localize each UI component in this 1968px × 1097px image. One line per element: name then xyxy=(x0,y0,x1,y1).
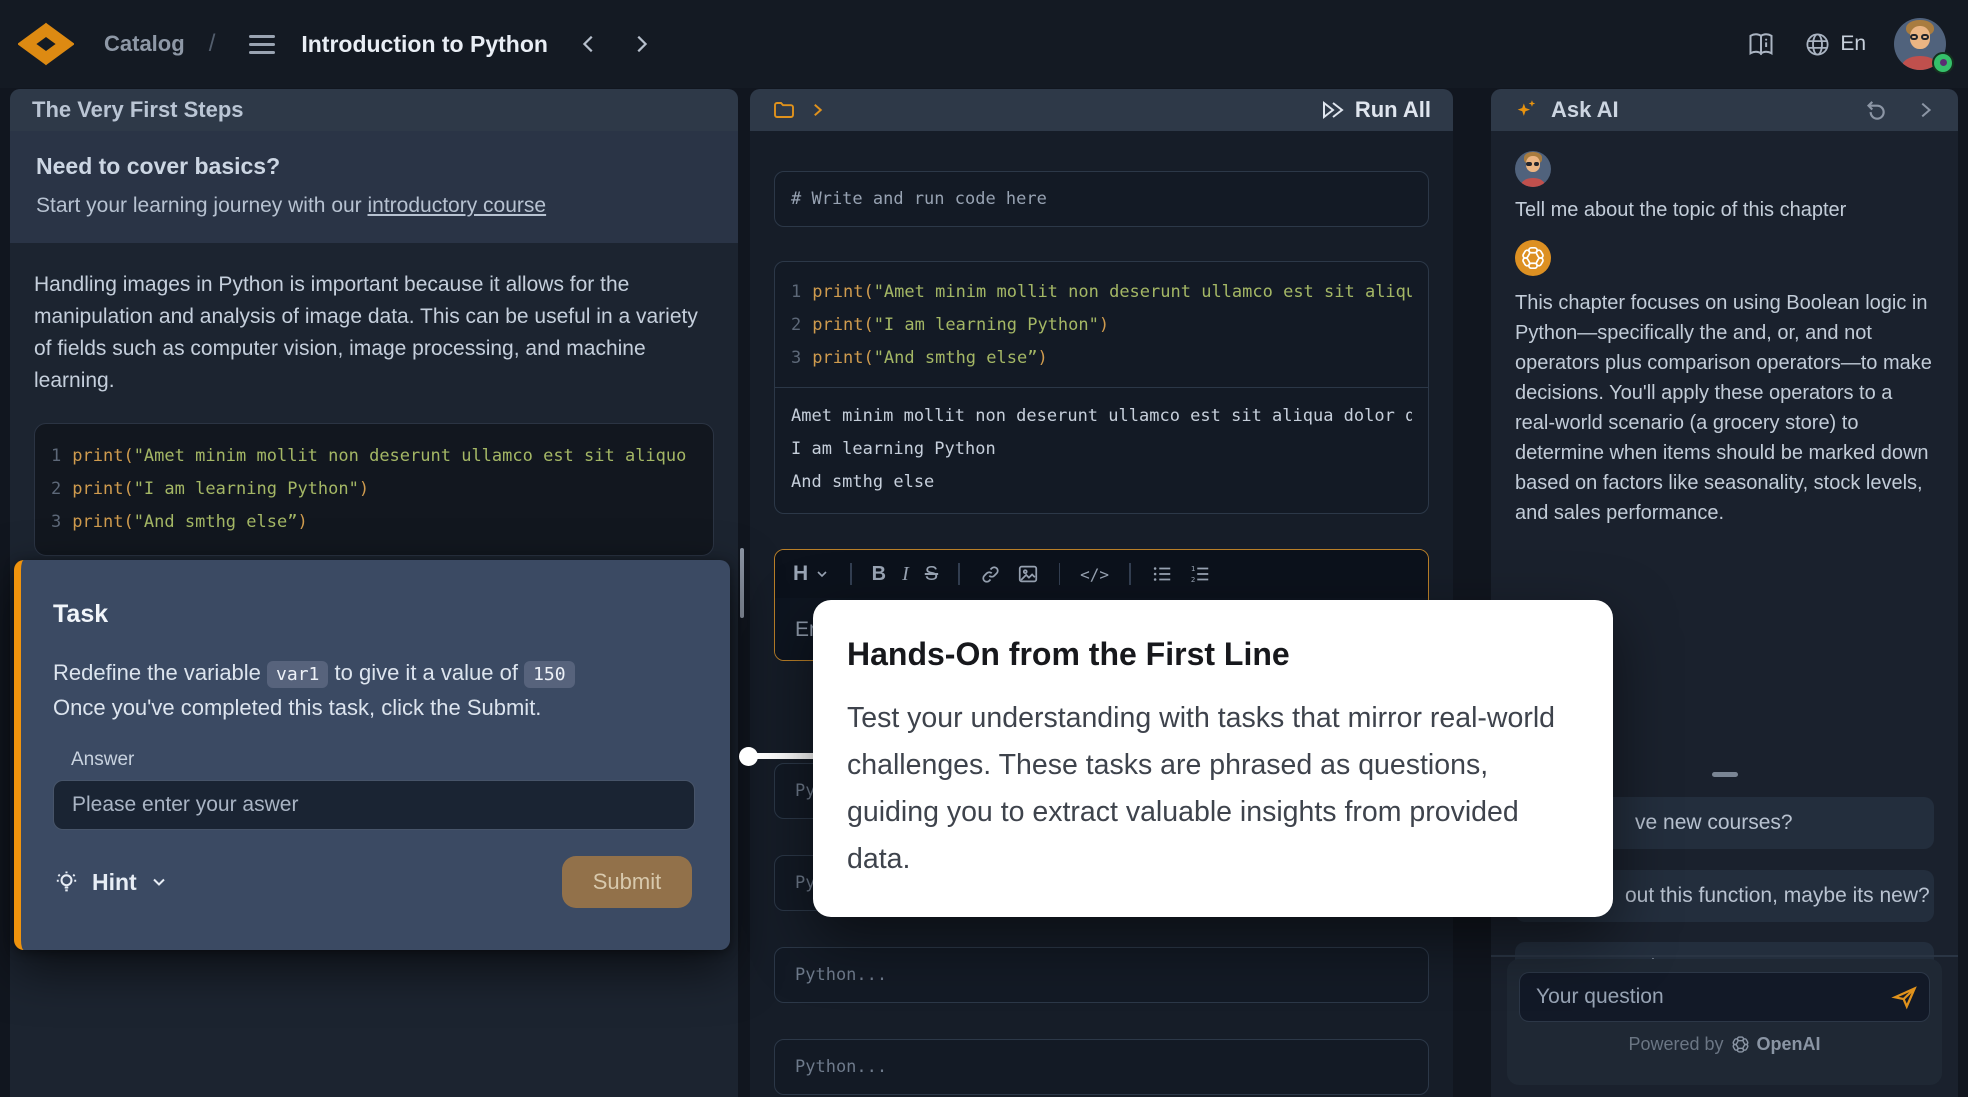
chevron-down-icon xyxy=(814,566,830,582)
hint-label: Hint xyxy=(92,869,137,896)
answer-label: Answer xyxy=(71,749,692,771)
sparkles-icon xyxy=(1513,97,1539,123)
tooltip-connector-line xyxy=(750,753,814,759)
output-line: And smthg else xyxy=(791,466,1412,499)
openai-logo-icon xyxy=(1731,1035,1750,1054)
ask-input-card: Powered by OpenAI xyxy=(1507,959,1942,1085)
empty-python-cell[interactable]: Python... xyxy=(774,1039,1429,1095)
bold-button[interactable]: B xyxy=(872,563,886,586)
reset-chat-icon[interactable] xyxy=(1862,97,1888,123)
empty-python-cell[interactable]: Python... xyxy=(774,947,1429,1003)
avatar-status-badge xyxy=(1932,52,1954,74)
chapter-menu-icon[interactable] xyxy=(249,35,275,54)
insert-image-button[interactable] xyxy=(1017,563,1039,585)
chapter-section-title: The Very First Steps xyxy=(32,97,244,123)
ask-ai-title: Ask AI xyxy=(1551,97,1619,123)
toolbar-separator xyxy=(1129,563,1131,585)
powered-by-label: Powered by xyxy=(1628,1034,1723,1055)
basics-callout-card: Need to cover basics? Start your learnin… xyxy=(10,131,738,243)
task-instruction-line2: Once you've completed this task, click t… xyxy=(53,695,692,721)
link-button[interactable] xyxy=(980,564,1001,585)
code-line: 1print("Amet minim mollit non deserunt u… xyxy=(791,276,1412,309)
topbar-actions: En xyxy=(1746,18,1968,70)
language-label: En xyxy=(1840,32,1866,56)
ai-chat-message: This chapter focuses on using Boolean lo… xyxy=(1515,288,1937,528)
expand-chevron-icon[interactable] xyxy=(808,101,826,119)
next-chapter-button[interactable] xyxy=(630,33,652,55)
toolbar-separator xyxy=(850,563,852,585)
task-card: Task Redefine the variable var1 to give … xyxy=(14,560,730,950)
editor-toolbar: H B I S xyxy=(775,550,1428,598)
app-window: Catalog / Introduction to Python xyxy=(0,0,1968,1097)
output-line: Amet minim mollit non deserunt ullamco e… xyxy=(791,400,1412,433)
language-switcher[interactable]: En xyxy=(1804,31,1866,58)
svg-text:1: 1 xyxy=(1190,564,1194,573)
brand-logo-icon[interactable] xyxy=(18,20,74,68)
openai-label: OpenAI xyxy=(1757,1034,1821,1055)
bullet-list-button[interactable] xyxy=(1151,563,1173,585)
tooltip-title: Hands-On from the First Line xyxy=(847,636,1573,673)
code-playground-panel: Run All # Write and run code here 1print… xyxy=(750,89,1453,1097)
code-line: 2print("I am learning Python") xyxy=(791,309,1412,342)
code-line: 2print("I am learning Python") xyxy=(51,473,697,506)
code-format-button[interactable]: </> xyxy=(1080,565,1109,584)
ask-input-divider xyxy=(1491,955,1958,957)
code-line: 1print("Amet minim mollit non deserunt u… xyxy=(51,440,697,473)
hint-toggle[interactable]: Hint xyxy=(53,869,169,896)
folder-icon[interactable] xyxy=(772,98,796,122)
code-placeholder-comment: # Write and run code here xyxy=(791,189,1047,209)
send-question-icon[interactable] xyxy=(1891,984,1918,1011)
basics-heading: Need to cover basics? xyxy=(36,153,712,180)
ask-ai-panel: Ask AI Tell me about the topic of this c… xyxy=(1491,89,1958,1097)
page-title: Introduction to Python xyxy=(301,31,548,58)
openai-avatar xyxy=(1515,240,1551,276)
basics-text: Start your learning journey with our xyxy=(36,194,368,217)
collapse-panel-icon[interactable] xyxy=(1914,99,1936,121)
prev-chapter-button[interactable] xyxy=(578,33,600,55)
toolbar-separator xyxy=(1059,563,1061,585)
toolbar-separator xyxy=(958,563,960,585)
introductory-course-link[interactable]: introductory course xyxy=(368,194,547,217)
ask-ai-question-input[interactable] xyxy=(1519,972,1930,1022)
output-line: I am learning Python xyxy=(791,433,1412,466)
submit-button[interactable]: Submit xyxy=(562,856,692,908)
glossary-book-icon[interactable] xyxy=(1746,30,1776,58)
suggestions-drag-handle[interactable] xyxy=(1712,772,1738,777)
executed-code-cell[interactable]: 1print("Amet minim mollit non deserunt u… xyxy=(774,261,1429,514)
strikethrough-button[interactable]: S xyxy=(925,563,938,586)
code-line: 3print("And smthg else”) xyxy=(791,342,1412,375)
breadcrumb-catalog[interactable]: Catalog xyxy=(104,31,185,57)
inline-code-150: 150 xyxy=(524,661,575,688)
task-heading: Task xyxy=(53,600,692,629)
chevron-down-icon xyxy=(149,872,169,892)
tooltip-body: Test your understanding with tasks that … xyxy=(847,695,1577,883)
numbered-list-button[interactable]: 1 2 xyxy=(1189,563,1211,585)
theory-paragraph: Handling images in Python is important b… xyxy=(34,269,714,397)
empty-code-cell[interactable]: # Write and run code here xyxy=(774,171,1429,227)
cell-output-divider xyxy=(775,387,1428,388)
breadcrumb-separator: / xyxy=(209,30,216,58)
run-all-button[interactable]: Run All xyxy=(1319,97,1431,123)
answer-input[interactable] xyxy=(53,780,695,830)
code-line: 3print("And smthg else”) xyxy=(51,506,697,539)
inline-code-var1: var1 xyxy=(267,661,328,688)
chat-user-avatar xyxy=(1515,151,1551,187)
theory-code-block: 1print("Amet minim mollit non deserunt u… xyxy=(34,423,714,556)
heading-menu-button[interactable]: H xyxy=(793,562,830,586)
theory-panel-header[interactable]: The Very First Steps xyxy=(10,89,738,131)
onboarding-tooltip: Hands-On from the First Line Test your u… xyxy=(813,600,1613,917)
top-navigation-bar: Catalog / Introduction to Python xyxy=(0,0,1968,88)
tooltip-connector-dot xyxy=(739,747,758,766)
italic-button[interactable]: I xyxy=(902,563,909,586)
ask-ai-header: Ask AI xyxy=(1491,89,1958,131)
panel-scrollbar-thumb[interactable] xyxy=(740,548,744,618)
svg-text:2: 2 xyxy=(1190,575,1194,584)
playground-header: Run All xyxy=(750,89,1453,131)
run-all-icon xyxy=(1319,98,1345,122)
lightbulb-icon xyxy=(53,869,80,896)
globe-icon xyxy=(1804,31,1831,58)
user-chat-message: Tell me about the topic of this chapter xyxy=(1515,199,1934,222)
task-instruction-line1: Redefine the variable var1 to give it a … xyxy=(53,655,692,693)
